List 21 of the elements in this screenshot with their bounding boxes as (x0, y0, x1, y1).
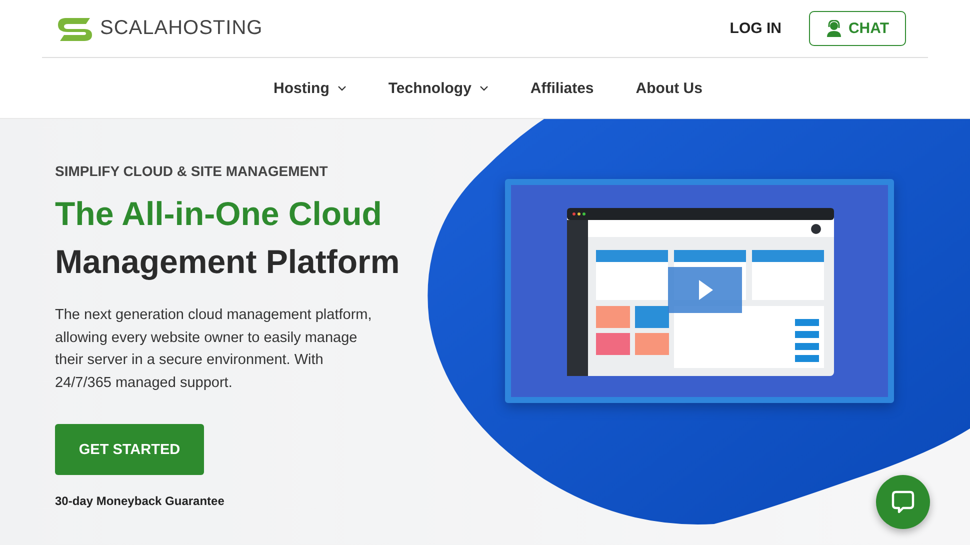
headline-highlight: The All-in-One Cloud (55, 194, 383, 234)
play-button[interactable] (668, 267, 742, 313)
speech-bubble-icon (891, 490, 915, 514)
nav-link[interactable]: About Us (636, 80, 702, 96)
description-text: The next generation cloud management platform, allowing every website owner to easily manage their server in a secure environment. With 24/7/365 managed support. (55, 306, 373, 392)
chevron-down-icon (480, 86, 488, 90)
chat-button[interactable]: CHAT (809, 11, 906, 46)
logo-text: SCALAHOSTING (100, 17, 263, 40)
nav-link[interactable]: Affiliates (530, 80, 594, 96)
chat-bubble-button[interactable] (876, 475, 930, 529)
get-started-button[interactable]: GET STARTED (55, 424, 204, 475)
nav-link[interactable]: Technology (388, 80, 488, 96)
eyebrow-text: SIMPLIFY CLOUD & SITE MANAGEMENT (55, 163, 329, 179)
guarantee-text: 30-day Moneyback Guarantee (55, 494, 226, 508)
nav-link[interactable]: Hosting (274, 80, 346, 96)
video-player[interactable] (505, 179, 894, 403)
headline: Management Platform (55, 242, 401, 282)
login-link[interactable]: LOG IN (730, 20, 782, 37)
logo-icon (58, 16, 94, 42)
support-agent-icon (826, 20, 842, 37)
chevron-down-icon (338, 86, 346, 90)
